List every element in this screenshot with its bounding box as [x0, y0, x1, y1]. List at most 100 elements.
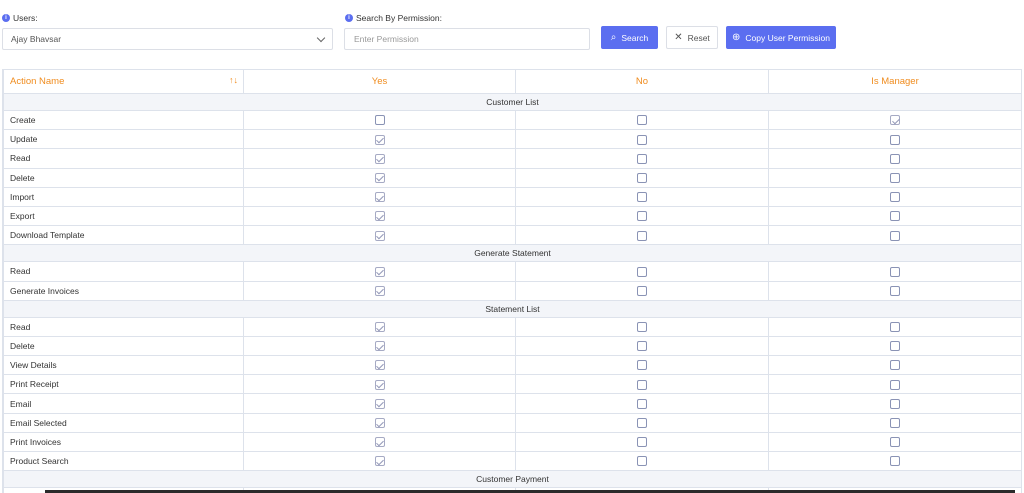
no-checkbox[interactable] — [637, 285, 647, 296]
yes-checkbox[interactable] — [374, 418, 385, 429]
table-row: Read — [3, 148, 1021, 169]
yes-checkbox[interactable] — [374, 230, 385, 241]
is-manager-checkbox[interactable] — [890, 418, 900, 429]
no-checkbox[interactable] — [637, 211, 647, 222]
yes-checkbox[interactable] — [374, 192, 385, 203]
yes-checkbox[interactable] — [374, 153, 385, 164]
is-manager-checkbox[interactable] — [890, 153, 900, 164]
no-checkbox[interactable] — [637, 172, 647, 183]
yes-checkbox-cell — [243, 205, 516, 227]
is-manager-checkbox[interactable] — [890, 341, 900, 352]
yes-checkbox-cell — [243, 167, 516, 188]
no-checkbox[interactable] — [637, 115, 647, 126]
filter-bar: i Users: Ajay Bhavsar i Search By Permis… — [0, 0, 1024, 62]
is-manager-checkbox-cell — [768, 316, 1021, 337]
no-checkbox-cell — [515, 280, 769, 301]
is-manager-checkbox[interactable] — [890, 134, 900, 145]
is-manager-checkbox-cell — [768, 261, 1021, 282]
permissions-table-container: Action Name ↑↓ Yes No Is Manager Custome… — [2, 69, 1022, 493]
action-name-cell: Delete — [3, 167, 244, 188]
yes-checkbox[interactable] — [374, 456, 385, 467]
is-manager-checkbox[interactable] — [890, 322, 900, 333]
action-name-cell: Download Template — [3, 225, 244, 246]
info-icon: i — [345, 14, 353, 22]
copy-button-label: Copy User Permission — [745, 32, 830, 43]
is-manager-checkbox-cell — [768, 335, 1021, 357]
no-checkbox-cell — [515, 225, 769, 246]
yes-checkbox[interactable] — [374, 398, 385, 409]
is-manager-checkbox[interactable] — [890, 379, 900, 390]
action-name-cell: Product Search — [3, 450, 244, 472]
section-header-row: Customer Payment — [3, 470, 1021, 489]
yes-checkbox[interactable] — [374, 341, 385, 352]
yes-checkbox-cell — [243, 412, 516, 433]
action-name-cell: Generate Invoices — [3, 280, 244, 301]
yes-checkbox[interactable] — [374, 115, 385, 126]
action-name-cell: Update — [3, 129, 244, 150]
section-title: Generate Statement — [3, 244, 1021, 263]
is-manager-checkbox[interactable] — [890, 437, 900, 448]
sort-icon[interactable]: ↑↓ — [229, 75, 238, 85]
info-icon: i — [2, 14, 10, 22]
no-checkbox[interactable] — [637, 134, 647, 145]
yes-checkbox[interactable] — [374, 322, 385, 333]
yes-checkbox[interactable] — [374, 266, 385, 277]
yes-checkbox[interactable] — [374, 211, 385, 222]
table-row: Create — [3, 109, 1021, 131]
no-checkbox[interactable] — [637, 153, 647, 164]
no-checkbox[interactable] — [637, 398, 647, 409]
no-checkbox-cell — [515, 316, 769, 337]
no-checkbox[interactable] — [637, 341, 647, 352]
yes-checkbox-cell — [243, 261, 516, 282]
is-manager-checkbox[interactable] — [890, 456, 900, 467]
no-checkbox[interactable] — [637, 437, 647, 448]
table-row: Export — [3, 205, 1021, 227]
is-manager-checkbox[interactable] — [890, 398, 900, 409]
no-checkbox[interactable] — [637, 379, 647, 390]
no-checkbox[interactable] — [637, 192, 647, 203]
search-button[interactable]: ⌕ Search — [601, 26, 658, 49]
users-select[interactable]: Ajay Bhavsar — [2, 28, 333, 50]
no-checkbox[interactable] — [637, 230, 647, 241]
no-checkbox-cell — [515, 129, 769, 150]
table-row: Download Template — [3, 225, 1021, 246]
search-permission-label-text: Search By Permission: — [356, 13, 442, 23]
plus-circle-icon: ⊕ — [732, 31, 741, 43]
table-row: View Details — [3, 355, 1021, 376]
no-checkbox[interactable] — [637, 418, 647, 429]
no-checkbox[interactable] — [637, 266, 647, 277]
is-manager-checkbox[interactable] — [890, 285, 900, 296]
no-checkbox[interactable] — [637, 360, 647, 371]
is-manager-checkbox[interactable] — [890, 211, 900, 222]
permission-search-input[interactable] — [344, 28, 590, 50]
section-title: Customer List — [3, 93, 1021, 111]
is-manager-checkbox[interactable] — [890, 172, 900, 183]
yes-checkbox[interactable] — [374, 437, 385, 448]
no-checkbox[interactable] — [637, 456, 647, 467]
table-row: Read — [3, 316, 1021, 337]
is-manager-checkbox[interactable] — [890, 192, 900, 203]
is-manager-checkbox-cell — [768, 225, 1021, 246]
yes-checkbox-cell — [243, 431, 516, 453]
yes-checkbox[interactable] — [374, 285, 385, 296]
yes-checkbox[interactable] — [374, 134, 385, 145]
copy-user-permission-button[interactable]: ⊕ Copy User Permission — [726, 26, 836, 49]
column-header-label: Action Name — [10, 76, 65, 87]
table-row: Product Search — [3, 450, 1021, 472]
yes-checkbox[interactable] — [374, 379, 385, 390]
no-checkbox[interactable] — [637, 322, 647, 333]
permissions-table: Action Name ↑↓ Yes No Is Manager Custome… — [3, 69, 1021, 493]
yes-checkbox-cell — [243, 148, 516, 169]
is-manager-checkbox[interactable] — [890, 360, 900, 371]
is-manager-checkbox[interactable] — [890, 266, 900, 277]
close-icon: ✕ — [674, 31, 683, 43]
column-header-action-name[interactable]: Action Name ↑↓ — [3, 69, 244, 94]
reset-button[interactable]: ✕ Reset — [666, 26, 718, 49]
action-name-cell: Email — [3, 393, 244, 414]
is-manager-checkbox[interactable] — [890, 230, 900, 241]
no-checkbox-cell — [515, 374, 769, 395]
yes-checkbox[interactable] — [374, 360, 385, 371]
no-checkbox-cell — [515, 450, 769, 472]
is-manager-checkbox[interactable] — [890, 115, 900, 126]
yes-checkbox[interactable] — [374, 172, 385, 183]
